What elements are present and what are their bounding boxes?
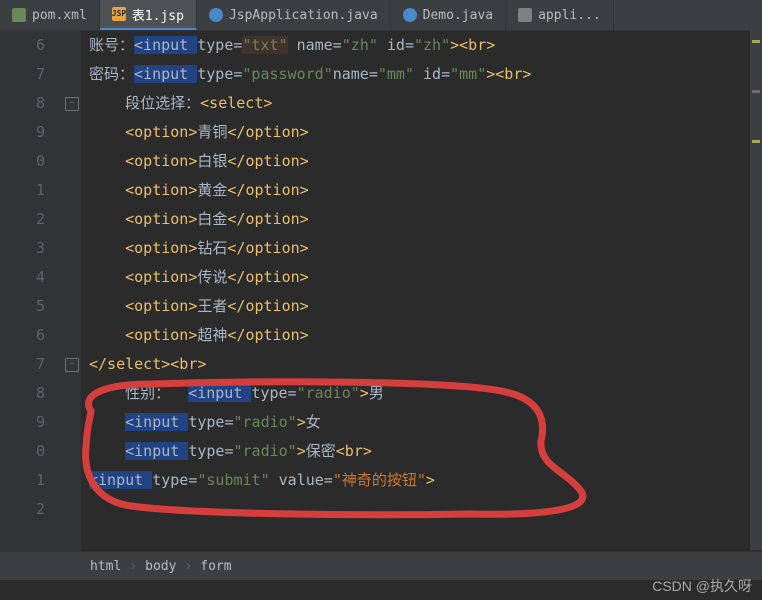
crumb-body[interactable]: body — [145, 559, 176, 574]
code-line — [89, 495, 762, 524]
code-line: 性别： <input type="radio">男 — [89, 379, 762, 408]
tab-label: JspApplication.java — [229, 8, 378, 23]
crumb-form[interactable]: form — [200, 559, 231, 574]
line-number: 2 — [0, 495, 45, 524]
tab-label: Demo.java — [423, 8, 493, 23]
code-line: <option>王者</option> — [89, 292, 762, 321]
line-number: 0 — [0, 147, 45, 176]
line-number: 8 — [0, 89, 45, 118]
stripe-mark — [752, 90, 760, 93]
line-number: 4 — [0, 263, 45, 292]
chevron-right-icon: › — [184, 559, 192, 574]
fold-column: − − — [63, 31, 81, 551]
editor-tabs: pom.xml JSP 表1.jsp JspApplication.java D… — [0, 0, 762, 31]
code-line: <option>白金</option> — [89, 205, 762, 234]
code-line: </select><br> — [89, 350, 762, 379]
code-line: <option>白银</option> — [89, 147, 762, 176]
tab-appli[interactable]: appli... — [506, 0, 614, 30]
line-number: 8 — [0, 379, 45, 408]
code-line: <option>传说</option> — [89, 263, 762, 292]
error-stripe[interactable] — [750, 30, 762, 550]
line-number: 2 — [0, 205, 45, 234]
xml-icon — [12, 8, 26, 22]
code-line: 账号：<input type="txt" name="zh" id="zh"><… — [89, 31, 762, 60]
line-number: 1 — [0, 466, 45, 495]
stripe-mark — [752, 140, 760, 143]
code-editor[interactable]: 6 7 8 9 0 1 2 3 4 5 6 7 8 9 0 1 2 − − 账号… — [0, 31, 762, 551]
code-line: <option>超神</option> — [89, 321, 762, 350]
tab-label: pom.xml — [32, 8, 87, 23]
code-line: <input type="radio">保密<br> — [89, 437, 762, 466]
fold-icon[interactable]: − — [65, 358, 79, 372]
code-area[interactable]: 账号：<input type="txt" name="zh" id="zh"><… — [81, 31, 762, 551]
line-number: 6 — [0, 31, 45, 60]
tab-demo[interactable]: Demo.java — [391, 0, 506, 30]
code-line: <option>青铜</option> — [89, 118, 762, 147]
tab-label: 表1.jsp — [132, 5, 184, 24]
tab-label: appli... — [538, 8, 601, 23]
tab-jsp-active[interactable]: JSP 表1.jsp — [100, 0, 197, 30]
code-line: <option>黄金</option> — [89, 176, 762, 205]
tab-pom[interactable]: pom.xml — [0, 0, 100, 30]
fold-icon[interactable]: − — [65, 97, 79, 111]
java-icon — [403, 8, 417, 22]
java-icon — [209, 8, 223, 22]
prop-icon — [518, 8, 532, 22]
line-number: 9 — [0, 408, 45, 437]
line-number: 3 — [0, 234, 45, 263]
line-number: 5 — [0, 292, 45, 321]
code-line: <input type="radio">女 — [89, 408, 762, 437]
line-number: 7 — [0, 350, 45, 379]
line-number: 6 — [0, 321, 45, 350]
breadcrumb-bar: html › body › form — [0, 551, 762, 580]
code-line: 密码：<input type="password"name="mm" id="m… — [89, 60, 762, 89]
chevron-right-icon: › — [129, 559, 137, 574]
code-line: <input type="submit" value="神奇的按钮"> — [89, 466, 762, 495]
jsp-icon: JSP — [112, 7, 126, 21]
line-gutter: 6 7 8 9 0 1 2 3 4 5 6 7 8 9 0 1 2 — [0, 31, 63, 551]
line-number: 7 — [0, 60, 45, 89]
line-number: 0 — [0, 437, 45, 466]
code-line: <option>钻石</option> — [89, 234, 762, 263]
watermark: CSDN @执久呀 — [652, 576, 752, 596]
stripe-mark — [752, 40, 760, 43]
line-number: 9 — [0, 118, 45, 147]
code-line: 段位选择：<select> — [89, 89, 762, 118]
crumb-html[interactable]: html — [90, 559, 121, 574]
tab-jspapp[interactable]: JspApplication.java — [197, 0, 391, 30]
line-number: 1 — [0, 176, 45, 205]
